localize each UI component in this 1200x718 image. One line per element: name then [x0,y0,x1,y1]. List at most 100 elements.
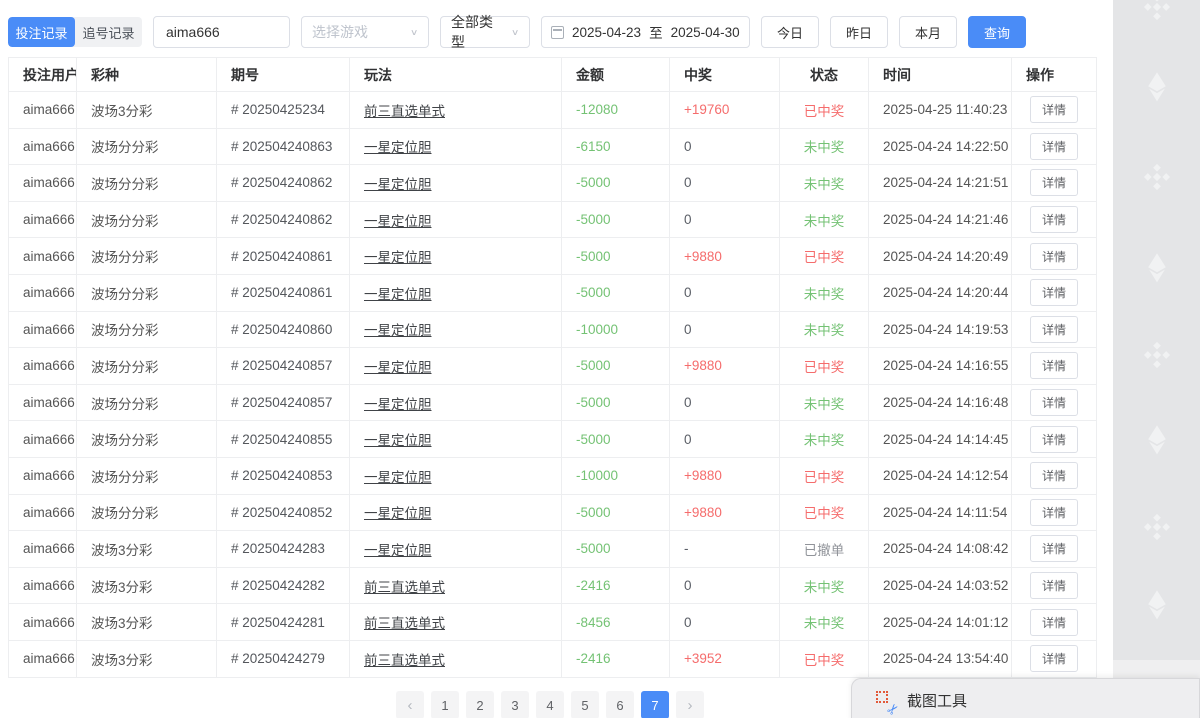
detail-button[interactable]: 详情 [1030,96,1078,123]
cell-win: - [670,531,780,568]
cell-user: aima666 [9,165,77,202]
binance-logo-watermark [1141,339,1173,371]
game-select[interactable]: 选择游戏 ∨ [301,16,429,48]
play-link[interactable]: 一星定位胆 [364,250,432,265]
table-row: aima666 波场分分彩 # 202504240862 一星定位胆 -5000… [9,201,1097,238]
today-button[interactable]: 今日 [761,16,819,48]
cell-lottery: 波场分分彩 [77,128,217,165]
table-row: aima666 波场分分彩 # 202504240853 一星定位胆 -1000… [9,457,1097,494]
cell-lottery: 波场分分彩 [77,457,217,494]
cell-period: # 202504240860 [217,311,350,348]
play-link[interactable]: 一星定位胆 [364,360,432,375]
play-link[interactable]: 前三直选单式 [364,653,445,668]
record-type-tabs: 投注记录 追号记录 [8,17,142,47]
play-link[interactable]: 一星定位胆 [364,287,432,302]
cell-amount: -8456 [562,604,670,641]
chevron-down-icon: ∨ [410,27,418,37]
play-link[interactable]: 前三直选单式 [364,104,445,119]
cell-win: 0 [670,604,780,641]
detail-button[interactable]: 详情 [1030,535,1078,562]
detail-button[interactable]: 详情 [1030,352,1078,379]
pagination-next[interactable]: › [676,691,704,718]
cell-status: 已中奖 [780,92,869,129]
detail-button[interactable]: 详情 [1030,645,1078,672]
cell-lottery: 波场3分彩 [77,567,217,604]
cell-status: 未中奖 [780,128,869,165]
play-link[interactable]: 一星定位胆 [364,433,432,448]
cell-period: # 202504240855 [217,421,350,458]
detail-button[interactable]: 详情 [1030,206,1078,233]
table-row: aima666 波场分分彩 # 202504240862 一星定位胆 -5000… [9,165,1097,202]
cell-status: 未中奖 [780,274,869,311]
pagination-page-7[interactable]: 7 [641,691,669,718]
type-select-value: 全部类型 [451,12,505,52]
detail-button[interactable]: 详情 [1030,426,1078,453]
pagination-page-2[interactable]: 2 [466,691,494,718]
binance-logo-watermark [1141,161,1173,193]
cell-time: 2025-04-24 14:20:44 [869,274,1012,311]
detail-button[interactable]: 详情 [1030,169,1078,196]
play-link[interactable]: 一星定位胆 [364,470,432,485]
query-button[interactable]: 查询 [968,16,1026,48]
tab-chase-records[interactable]: 追号记录 [75,17,142,47]
pagination-page-5[interactable]: 5 [571,691,599,718]
detail-button[interactable]: 详情 [1030,243,1078,270]
play-link[interactable]: 一星定位胆 [364,140,432,155]
play-link[interactable]: 前三直选单式 [364,580,445,595]
cell-user: aima666 [9,494,77,531]
type-select[interactable]: 全部类型 ∨ [440,16,530,48]
detail-button[interactable]: 详情 [1030,389,1078,416]
cell-win: +9880 [670,348,780,385]
pagination-page-3[interactable]: 3 [501,691,529,718]
play-link[interactable]: 一星定位胆 [364,214,432,229]
cell-win: 0 [670,311,780,348]
yesterday-button[interactable]: 昨日 [830,16,888,48]
play-link[interactable]: 一星定位胆 [364,543,432,558]
cell-win: 0 [670,274,780,311]
cell-user: aima666 [9,128,77,165]
cell-status: 未中奖 [780,421,869,458]
play-link[interactable]: 一星定位胆 [364,506,432,521]
pagination-page-1[interactable]: 1 [431,691,459,718]
cell-time: 2025-04-24 14:12:54 [869,457,1012,494]
pagination-page-6[interactable]: 6 [606,691,634,718]
cell-user: aima666 [9,348,77,385]
ethereum-logo-watermark [1141,424,1173,456]
binance-logo-watermark [1141,0,1173,23]
play-link[interactable]: 一星定位胆 [364,323,432,338]
cell-user: aima666 [9,457,77,494]
detail-button[interactable]: 详情 [1030,133,1078,160]
date-range-picker[interactable]: 2025-04-23 至 2025-04-30 [541,16,750,48]
month-button[interactable]: 本月 [899,16,957,48]
cell-period: # 20250424279 [217,640,350,677]
detail-button[interactable]: 详情 [1030,462,1078,489]
ethereum-logo-watermark [1141,71,1173,103]
pagination-prev[interactable]: ‹ [396,691,424,718]
table-row: aima666 波场分分彩 # 202504240860 一星定位胆 -1000… [9,311,1097,348]
cell-status: 已中奖 [780,494,869,531]
table-row: aima666 波场3分彩 # 20250425234 前三直选单式 -1208… [9,92,1097,129]
play-link[interactable]: 前三直选单式 [364,616,445,631]
detail-button[interactable]: 详情 [1030,609,1078,636]
ethereum-logo-watermark [1141,252,1173,284]
cell-amount: -6150 [562,128,670,165]
column-header-win: 中奖 [670,58,780,92]
cell-period: # 202504240861 [217,274,350,311]
detail-button[interactable]: 详情 [1030,499,1078,526]
play-link[interactable]: 一星定位胆 [364,177,432,192]
snip-tool-panel[interactable]: ✂ 截图工具 [851,678,1200,718]
table-row: aima666 波场分分彩 # 202504240861 一星定位胆 -5000… [9,274,1097,311]
detail-button[interactable]: 详情 [1030,572,1078,599]
cell-period: # 20250425234 [217,92,350,129]
table-row: aima666 波场3分彩 # 20250424283 一星定位胆 -5000 … [9,531,1097,568]
username-input[interactable] [153,16,290,48]
cell-user: aima666 [9,311,77,348]
cell-win: +9880 [670,457,780,494]
play-link[interactable]: 一星定位胆 [364,397,432,412]
cell-lottery: 波场分分彩 [77,311,217,348]
tab-bet-records[interactable]: 投注记录 [8,17,75,47]
table-row: aima666 波场3分彩 # 20250424279 前三直选单式 -2416… [9,640,1097,677]
detail-button[interactable]: 详情 [1030,316,1078,343]
detail-button[interactable]: 详情 [1030,279,1078,306]
pagination-page-4[interactable]: 4 [536,691,564,718]
